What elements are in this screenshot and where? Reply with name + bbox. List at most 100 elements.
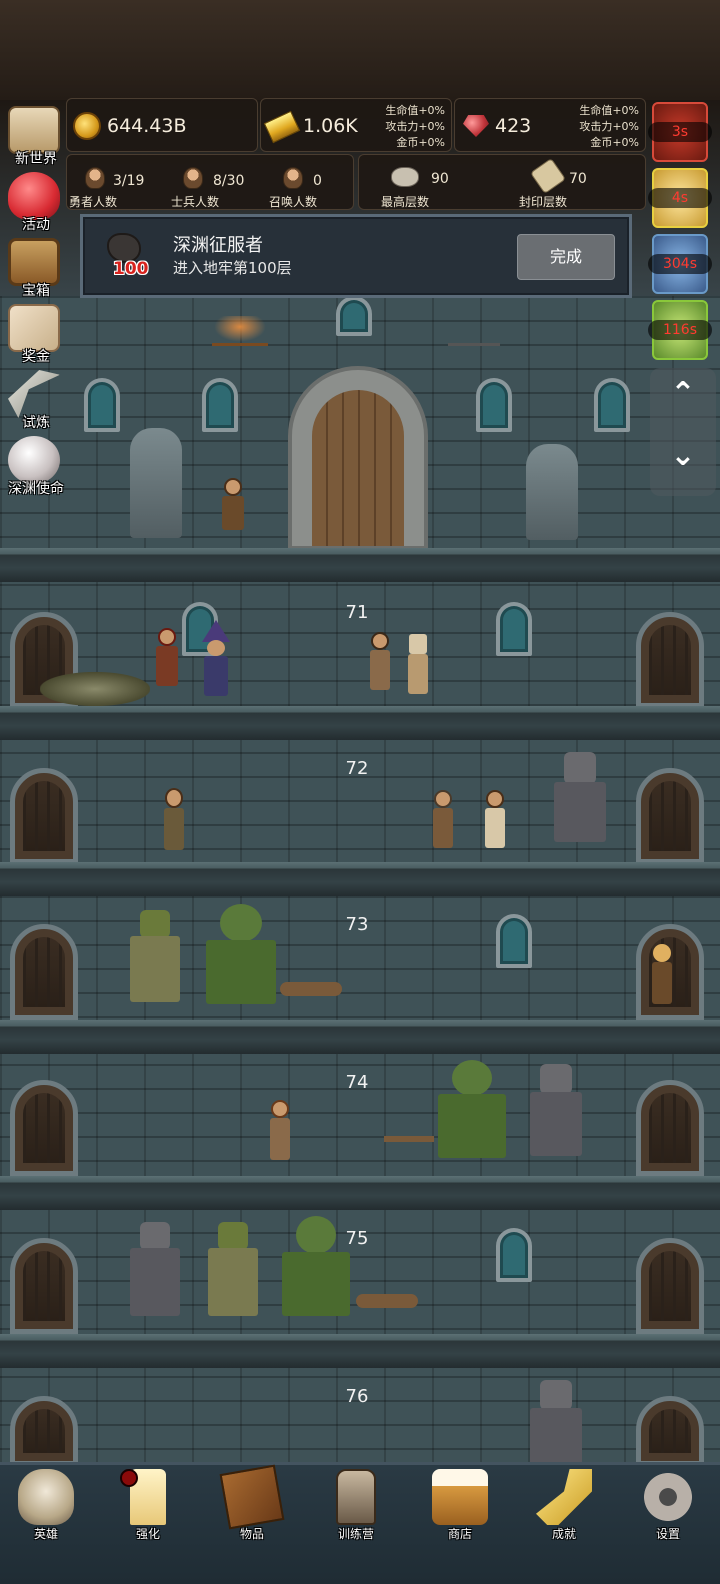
side-menu-new-world[interactable]: 新世界 <box>0 104 70 168</box>
scroll-icon <box>529 157 567 195</box>
floor-number: 76 <box>345 1386 369 1407</box>
gear-icon <box>640 1469 696 1525</box>
main-dungeon-door[interactable] <box>288 366 428 550</box>
chest-icon <box>8 238 60 286</box>
soldier-head-icon <box>183 167 203 189</box>
side-menu-label: 宝箱 <box>22 283 50 299</box>
warrior-character <box>148 628 184 704</box>
soldier-character <box>362 632 398 704</box>
quest-title: 深渊征服者 <box>173 235 263 256</box>
key-icon <box>536 1469 592 1525</box>
hero-character <box>156 788 192 862</box>
side-door <box>636 1238 704 1334</box>
side-menu-label: 活动 <box>22 217 50 233</box>
gems-panel[interactable]: 423 生命值+0% 攻击力+0% 金币+0% <box>454 98 646 152</box>
knight-character <box>402 634 434 704</box>
nav-items[interactable]: 物品 <box>206 1464 296 1555</box>
sealed-floor-value: 70 <box>569 171 587 187</box>
side-menu-chest[interactable]: 宝箱 <box>0 236 70 300</box>
nav-training-camp[interactable]: 训练营 <box>310 1465 400 1555</box>
soldier-character <box>478 790 512 862</box>
buff-timer: 116s <box>648 320 712 340</box>
floor-number: 71 <box>345 602 369 623</box>
side-menu-label: 奖金 <box>22 349 50 365</box>
floor-counts-panel: 90 最高层数 70 封印层数 <box>358 154 646 210</box>
club-weapon <box>356 1294 418 1308</box>
nav-upgrade[interactable]: 强化 <box>102 1465 192 1555</box>
chandelier-lit <box>212 316 268 346</box>
side-door <box>10 1080 78 1176</box>
red-gem-icon <box>463 115 489 137</box>
summon-count-label: 召唤人数 <box>269 195 318 209</box>
rock-icon <box>391 167 419 187</box>
soldier-count-label: 士兵人数 <box>171 195 220 209</box>
buff-timer: 304s <box>648 254 712 274</box>
chevron-down-icon[interactable]: ⌄ <box>650 438 716 473</box>
notification-dot <box>120 1469 138 1487</box>
lantern-icon <box>336 1469 376 1525</box>
potion-buff-icon[interactable]: 3s <box>648 102 712 162</box>
bonus-line: 攻击力+0% <box>385 120 445 133</box>
quest-description: 进入地牢第100层 <box>173 259 292 277</box>
gold-bar-icon <box>263 110 301 144</box>
coin-icon <box>73 112 101 140</box>
knight-statue <box>130 428 182 538</box>
coins-panel[interactable]: 644.43B <box>66 98 258 152</box>
floor-ledge <box>0 862 720 896</box>
floor-ledge <box>0 706 720 740</box>
orc-armored-enemy <box>122 910 188 1018</box>
game-stage: 71 72 73 74 75 76 644.43B 1.06K 生命值+0% 攻… <box>0 0 720 1584</box>
nav-label: 强化 <box>135 1527 160 1541</box>
wall-window <box>84 378 120 432</box>
unit-counts-panel: 3/19 勇者人数 8/30 士兵人数 0 召唤人数 <box>66 154 354 210</box>
floor-scroll-panel: ⌃ ⌄ <box>650 368 716 496</box>
gold-value: 1.06K <box>303 115 358 137</box>
gem-bonus: 生命值+0% 攻击力+0% 金币+0% <box>579 103 639 151</box>
floor-number: 73 <box>345 914 369 935</box>
bottom-navigation: 英雄 强化 物品 训练营 商店 成就 设置 <box>0 1462 720 1584</box>
max-floor-value: 90 <box>431 171 449 187</box>
nav-label: 物品 <box>239 1527 264 1541</box>
knight-statue <box>526 444 578 540</box>
soldier-count: 8/30 <box>213 173 245 189</box>
wall-window <box>476 378 512 432</box>
nav-shop[interactable]: 商店 <box>414 1465 504 1555</box>
floor-ledge <box>0 1020 720 1054</box>
nav-heroes[interactable]: 英雄 <box>0 1465 90 1555</box>
quest-banner: 100 深渊征服者 进入地牢第100层 完成 <box>80 214 632 298</box>
heart-icon <box>8 172 60 220</box>
skull-icon <box>18 1469 74 1525</box>
summon-head-icon <box>283 167 303 189</box>
side-menu-events[interactable]: 活动 <box>0 170 70 234</box>
hero-count-label: 勇者人数 <box>69 195 118 209</box>
side-door <box>636 612 704 708</box>
coin-buff-icon[interactable]: 116s <box>648 300 712 360</box>
candle-buff-icon[interactable]: 4s <box>648 168 712 228</box>
nav-label: 设置 <box>655 1527 680 1541</box>
club-weapon <box>280 982 342 996</box>
ogre-enemy <box>430 1060 514 1174</box>
floor-number: 74 <box>345 1072 369 1093</box>
side-menu-trial[interactable]: 试炼 <box>0 368 70 432</box>
buff-timer: 3s <box>648 122 712 142</box>
hero-count: 3/19 <box>113 173 145 189</box>
nav-label: 英雄 <box>33 1527 58 1541</box>
side-menu-abyss-mission[interactable]: 深渊使命 <box>0 434 70 498</box>
ogre-enemy <box>272 1216 360 1332</box>
side-door <box>636 1080 704 1176</box>
nav-settings[interactable]: 设置 <box>622 1465 712 1555</box>
bonus-line: 金币+0% <box>590 136 639 149</box>
book-icon <box>219 1464 285 1530</box>
quest-complete-button[interactable]: 完成 <box>517 234 615 280</box>
map-icon <box>8 106 60 154</box>
side-menu-bonus[interactable]: 奖金 <box>0 302 70 366</box>
nav-achievements[interactable]: 成就 <box>518 1465 608 1555</box>
sealed-floor-label: 封印层数 <box>519 195 568 209</box>
hero-head-icon <box>85 167 105 189</box>
crystal-buff-icon[interactable]: 304s <box>648 234 712 294</box>
gold-panel[interactable]: 1.06K 生命值+0% 攻击力+0% 金币+0% <box>260 98 452 152</box>
max-floor-label: 最高层数 <box>381 195 430 209</box>
wall-window <box>336 296 372 336</box>
chevron-up-icon[interactable]: ⌃ <box>650 376 716 411</box>
side-door <box>10 1238 78 1334</box>
